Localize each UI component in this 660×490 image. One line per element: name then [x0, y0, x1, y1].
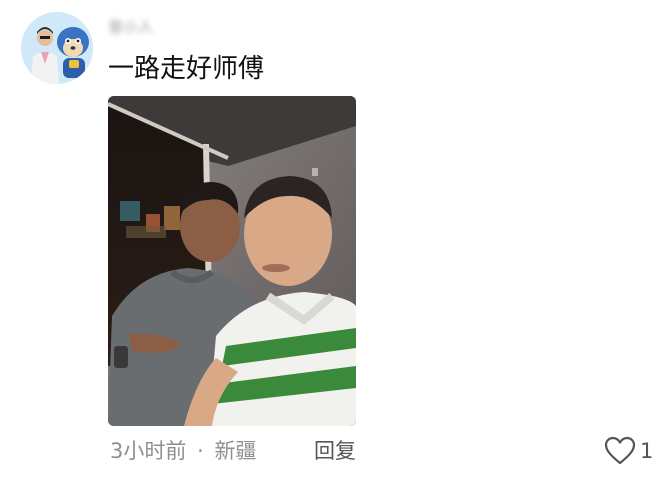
comment-photo[interactable]	[108, 96, 356, 426]
like-button[interactable]: 1	[604, 434, 653, 468]
timestamp: 3小时前	[110, 439, 187, 463]
meta-separator: ·	[197, 439, 204, 463]
like-count: 1	[640, 439, 654, 463]
heart-outline-icon	[604, 436, 636, 465]
reply-button[interactable]: 回复	[314, 436, 356, 466]
photo-image	[108, 96, 356, 426]
location: 新疆	[214, 439, 257, 463]
avatar-image	[21, 12, 93, 84]
user-avatar[interactable]	[21, 12, 93, 84]
username[interactable]: 曾小人	[108, 16, 194, 38]
comment-meta: 3小时前 · 新疆	[110, 436, 256, 466]
comment-text: 一路走好师傅	[108, 54, 265, 84]
